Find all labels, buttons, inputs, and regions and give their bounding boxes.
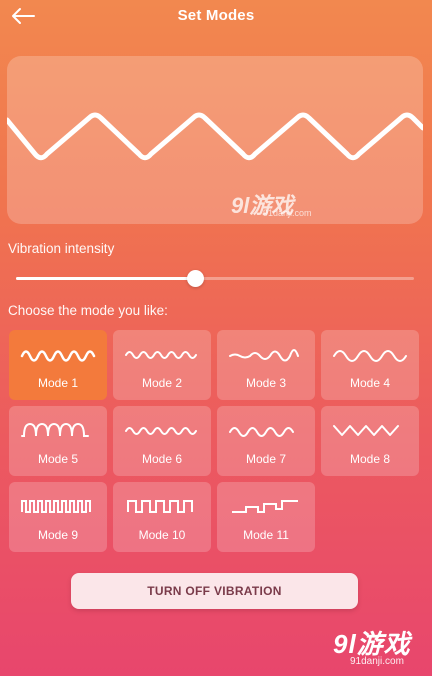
mode-label: Mode 11 <box>243 528 289 542</box>
mode-label: Mode 4 <box>349 376 391 390</box>
dense-square-wave-icon <box>21 500 91 513</box>
fine-wave-icon <box>125 351 197 359</box>
watermark-site: 91danji.com <box>350 656 404 667</box>
mode-label: Mode 3 <box>245 376 287 390</box>
zigzag-wave-icon <box>7 112 423 161</box>
mode-tile-10[interactable]: Mode 10 <box>113 482 211 552</box>
mode-label: Mode 6 <box>141 452 183 466</box>
pulse-wave-icon <box>21 422 89 437</box>
mode-label: Mode 8 <box>349 452 391 466</box>
mode-tile-1[interactable]: Mode 1 <box>9 330 107 400</box>
mode-tile-9[interactable]: Mode 9 <box>9 482 107 552</box>
dense-wave-icon <box>20 350 96 362</box>
rising-wave-icon <box>229 349 299 362</box>
intensity-label: Vibration intensity <box>8 241 115 256</box>
intensity-slider[interactable] <box>16 268 414 290</box>
mode-tile-5[interactable]: Mode 5 <box>9 406 107 476</box>
mode-tile-6[interactable]: Mode 6 <box>113 406 211 476</box>
slider-fill <box>16 277 196 280</box>
mode-tile-3[interactable]: Mode 3 <box>217 330 315 400</box>
mode-tile-4[interactable]: Mode 4 <box>321 330 419 400</box>
medium-wave-icon <box>229 427 294 437</box>
zigzag-wave-icon <box>333 425 399 436</box>
mode-tile-2[interactable]: Mode 2 <box>113 330 211 400</box>
step-wave-icon <box>232 500 298 513</box>
waveform-preview <box>7 56 423 224</box>
mode-label: Mode 1 <box>37 376 79 390</box>
page-title: Set Modes <box>177 7 255 24</box>
mode-label: Mode 9 <box>37 528 79 542</box>
mode-label: Mode 5 <box>37 452 79 466</box>
mode-prompt: Choose the mode you like: <box>8 303 168 318</box>
mode-tile-7[interactable]: Mode 7 <box>217 406 315 476</box>
watermark-logo: 9l游戏 91danji.com <box>225 190 330 220</box>
watermark-corner: 9l游戏 91danji.com <box>255 618 430 674</box>
mode-tile-8[interactable]: Mode 8 <box>321 406 419 476</box>
mode-label: Mode 10 <box>138 528 186 542</box>
loose-wave-icon <box>333 350 407 362</box>
header-bar: Set Modes <box>0 0 432 34</box>
mode-tile-11[interactable]: Mode 11 <box>217 482 315 552</box>
mode-label: Mode 2 <box>141 376 183 390</box>
mode-label: Mode 7 <box>245 452 287 466</box>
watermark-site: 91danji.com <box>263 208 312 218</box>
square-wave-icon <box>127 500 193 513</box>
turn-off-vibration-button[interactable]: TURN OFF VIBRATION <box>71 573 358 609</box>
fine-wave-icon <box>125 427 197 435</box>
slider-thumb[interactable] <box>187 270 205 287</box>
